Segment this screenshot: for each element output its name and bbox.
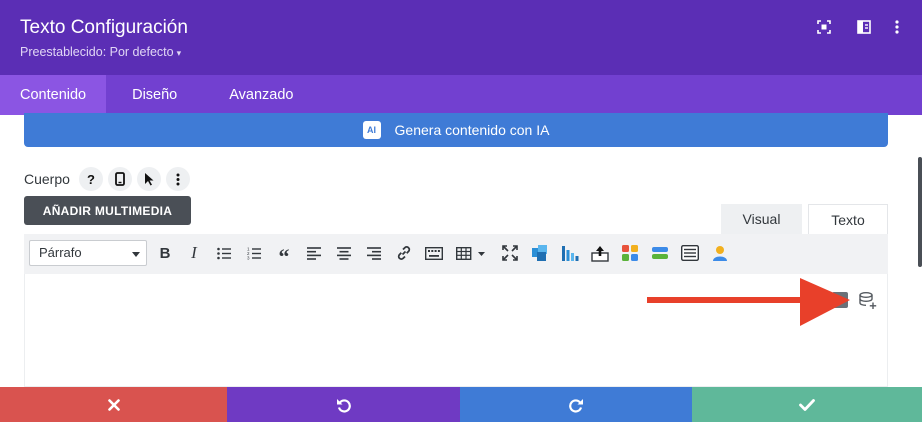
ai-icon: AI xyxy=(362,121,381,139)
bold-icon[interactable]: B xyxy=(155,243,175,263)
preset-selector[interactable]: Preestablecido: Por defecto ▾ xyxy=(20,45,181,59)
editor-tab-text[interactable]: Texto xyxy=(808,204,888,234)
tab-avanzado[interactable]: Avanzado xyxy=(203,75,319,115)
undo-icon xyxy=(336,398,351,413)
editor-toolbar: Párrafo B I 123 “ xyxy=(24,234,888,274)
cancel-button[interactable] xyxy=(0,387,227,422)
editor-tab-visual[interactable]: Visual xyxy=(721,204,802,234)
help-icon[interactable]: ? xyxy=(79,167,103,191)
bullet-list-icon[interactable] xyxy=(214,243,234,263)
generate-ai-button[interactable]: AI Genera contenido con IA xyxy=(24,113,888,147)
preset-label: Preestablecido: Por defecto xyxy=(20,45,174,59)
divider-plugin-icon[interactable] xyxy=(650,243,670,263)
svg-text:3: 3 xyxy=(247,255,250,260)
body-field-label: Cuerpo xyxy=(24,171,70,187)
panel-header: Texto Configuración Preestablecido: Por … xyxy=(0,0,922,75)
caret-down-icon: ▾ xyxy=(176,48,182,58)
align-center-icon[interactable] xyxy=(334,243,354,263)
puzzle-plugin-icon[interactable] xyxy=(530,243,550,263)
format-select-value: Párrafo xyxy=(39,245,82,260)
more-vertical-icon[interactable] xyxy=(887,17,907,37)
align-right-icon[interactable] xyxy=(364,243,384,263)
toggle-plugin-icon[interactable] xyxy=(680,243,700,263)
database-add-icon[interactable] xyxy=(858,291,878,311)
action-footer xyxy=(0,387,922,422)
generate-ai-label: Genera contenido con IA xyxy=(394,122,550,138)
tab-diseno[interactable]: Diseño xyxy=(106,75,203,115)
blockquote-icon[interactable]: “ xyxy=(274,243,294,268)
add-media-button[interactable]: AÑADIR MULTIMEDIA xyxy=(24,196,191,225)
chevron-down-icon xyxy=(132,252,140,257)
save-button[interactable] xyxy=(692,387,922,422)
italic-icon[interactable]: I xyxy=(184,243,204,263)
user-plugin-icon[interactable] xyxy=(710,243,730,263)
fullscreen-icon[interactable] xyxy=(500,243,520,263)
field-more-icon[interactable] xyxy=(166,167,190,191)
settings-tabs: Contenido Diseño Avanzado xyxy=(0,75,922,115)
table-icon[interactable] xyxy=(454,243,488,263)
numbered-list-icon[interactable]: 123 xyxy=(244,243,264,263)
panel-title: Texto Configuración xyxy=(20,17,188,38)
upload-plugin-icon[interactable] xyxy=(590,243,610,263)
shapes-plugin-icon[interactable] xyxy=(620,243,640,263)
focus-icon[interactable] xyxy=(814,17,834,37)
text-settings-panel: Texto Configuración Preestablecido: Por … xyxy=(0,0,922,422)
cancel-icon xyxy=(107,398,120,411)
redo-icon xyxy=(569,398,583,413)
undo-button[interactable] xyxy=(227,387,460,422)
format-select[interactable]: Párrafo xyxy=(29,240,147,266)
sidebar-layout-icon[interactable] xyxy=(854,17,874,37)
align-left-icon[interactable] xyxy=(304,243,324,263)
editor-content-area[interactable] xyxy=(24,274,888,387)
keyboard-icon[interactable] xyxy=(424,243,444,263)
link-icon[interactable] xyxy=(394,243,414,263)
scrollbar[interactable] xyxy=(918,157,922,267)
tab-contenido[interactable]: Contenido xyxy=(0,75,107,115)
cursor-icon[interactable] xyxy=(137,167,161,191)
chart-plugin-icon[interactable] xyxy=(560,243,580,263)
redo-button[interactable] xyxy=(460,387,692,422)
mobile-icon[interactable] xyxy=(108,167,132,191)
save-icon xyxy=(799,398,815,411)
editor-square-icon[interactable] xyxy=(832,292,848,308)
